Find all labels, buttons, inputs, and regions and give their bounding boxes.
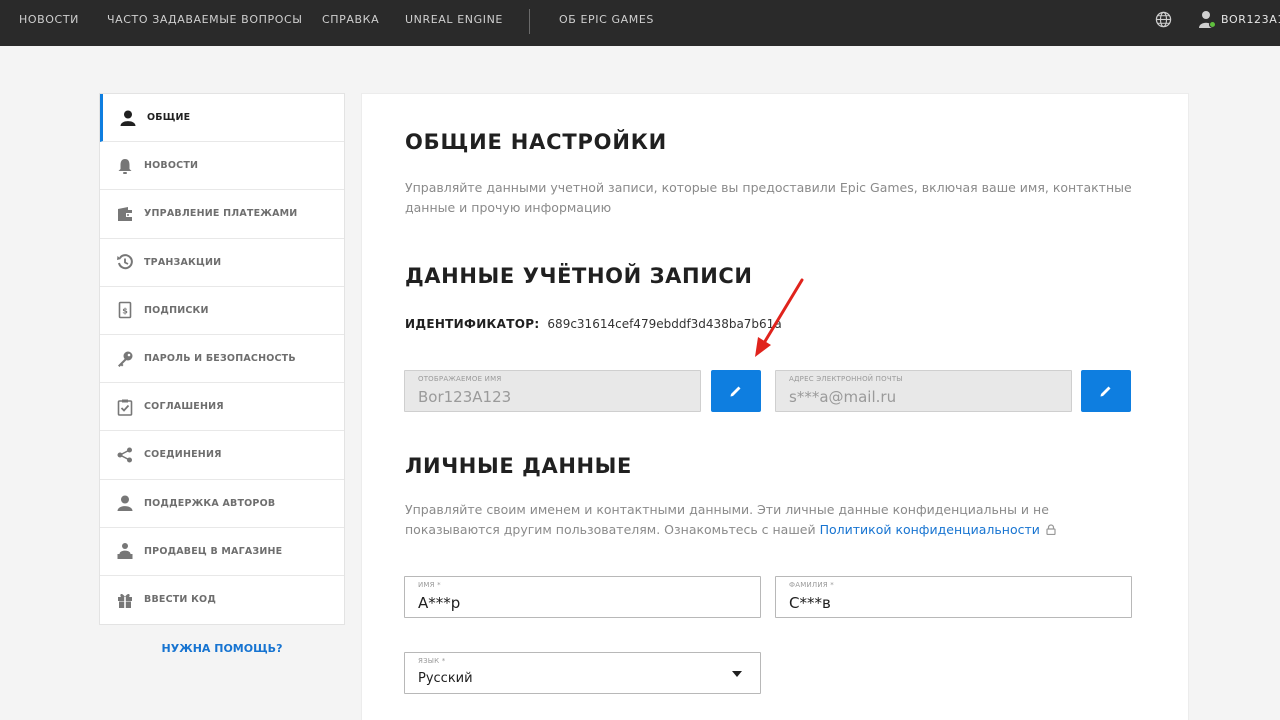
page-title: ОБЩИЕ НАСТРОЙКИ [405, 130, 668, 154]
top-nav: НОВОСТИ ЧАСТО ЗАДАВАЕМЫЕ ВОПРОСЫ СПРАВКА… [0, 0, 1280, 46]
username[interactable]: BOR123A1 [1221, 0, 1280, 40]
account-section-title: ДАННЫЕ УЧЁТНОЙ ЗАПИСИ [405, 264, 753, 288]
sidebar-item-payments[interactable]: УПРАВЛЕНИЕ ПЛАТЕЖАМИ [100, 190, 344, 239]
sidebar-item-label: ПРОДАВЕЦ В МАГАЗИНЕ [144, 545, 283, 557]
sidebar-item-label: ВВЕСТИ КОД [144, 594, 216, 606]
sidebar-item-transactions[interactable]: ТРАНЗАКЦИИ [100, 239, 344, 287]
nav-help[interactable]: СПРАВКА [322, 0, 379, 46]
sidebar-item-general[interactable]: ОБЩИЕ [100, 94, 344, 143]
caret-down-icon [732, 671, 742, 677]
settings-panel: ОБЩИЕ НАСТРОЙКИ Управляйте данными учетн… [361, 93, 1189, 720]
nav-divider [529, 9, 530, 34]
history-icon [116, 253, 134, 271]
nav-about-epic[interactable]: ОБ EPIC GAMES [559, 0, 654, 46]
sidebar-item-label: ПОДДЕРЖКА АВТОРОВ [144, 497, 276, 509]
display-name-value: Bor123A123 [418, 388, 512, 406]
personal-section-title: ЛИЧНЫЕ ДАННЫЕ [405, 454, 632, 478]
sidebar-item-store-seller[interactable]: ПРОДАВЕЦ В МАГАЗИНЕ [100, 528, 344, 576]
sidebar-item-label: СОЕДИНЕНИЯ [144, 449, 222, 461]
settings-sidebar: ОБЩИЕ НОВОСТИ УПРАВЛЕНИЕ ПЛАТЕЖАМИ ТРАНЗ… [99, 93, 345, 626]
account-id-label: ИДЕНТИФИКАТОР: [405, 317, 540, 331]
edit-email-button[interactable] [1081, 370, 1131, 412]
language-value: Русский [418, 671, 473, 686]
bell-icon [116, 157, 134, 175]
sidebar-item-label: ОБЩИЕ [147, 112, 191, 124]
edit-display-name-button[interactable] [711, 370, 761, 412]
sidebar-item-password-security[interactable]: ПАРОЛЬ И БЕЗОПАСНОСТЬ [100, 335, 344, 384]
svg-text:$: $ [122, 307, 128, 316]
pencil-icon [1100, 386, 1111, 397]
sidebar-item-label: НОВОСТИ [144, 160, 199, 172]
display-name-field: ОТОБРАЖАЕМОЕ ИМЯ Bor123A123 [404, 370, 701, 412]
sidebar-item-agreements[interactable]: СОГЛАШЕНИЯ [100, 383, 344, 432]
sidebar-item-creator-support[interactable]: ПОДДЕРЖКА АВТОРОВ [100, 480, 344, 528]
sidebar-item-label: СОГЛАШЕНИЯ [144, 401, 224, 413]
sidebar-item-news[interactable]: НОВОСТИ [100, 142, 344, 191]
account-id-row: ИДЕНТИФИКАТОР: 689c31614cef479ebddf3d438b… [405, 317, 782, 331]
sidebar-item-label: УПРАВЛЕНИЕ ПЛАТЕЖАМИ [144, 208, 298, 220]
first-name-label: ИМЯ * [418, 581, 441, 589]
clipboard-check-icon [116, 398, 134, 416]
personal-description: Управляйте своим именем и контактными да… [405, 500, 1135, 539]
online-status-dot [1209, 21, 1216, 28]
share-icon [116, 446, 134, 464]
lock-icon [1046, 523, 1056, 535]
key-icon [116, 350, 134, 368]
page-description: Управляйте данными учетной записи, котор… [405, 180, 1132, 215]
last-name-input[interactable]: ФАМИЛИЯ * С***в [775, 576, 1132, 618]
last-name-label: ФАМИЛИЯ * [789, 581, 834, 589]
display-name-label: ОТОБРАЖАЕМОЕ ИМЯ [418, 375, 502, 383]
annotation-arrow-icon [755, 278, 804, 357]
wallet-icon [116, 205, 134, 223]
privacy-policy-link[interactable]: Политикой конфиденциальности [820, 522, 1040, 537]
nav-news[interactable]: НОВОСТИ [19, 0, 79, 46]
seller-icon [116, 542, 134, 560]
language-select[interactable]: ЯЗЫК * Русский [404, 652, 761, 694]
sidebar-item-subscriptions[interactable]: $ ПОДПИСКИ [100, 287, 344, 335]
email-field: АДРЕС ЭЛЕКТРОННОЙ ПОЧТЫ s***a@mail.ru [775, 370, 1072, 412]
sidebar-item-label: ПАРОЛЬ И БЕЗОПАСНОСТЬ [144, 353, 296, 365]
sidebar-item-redeem-code[interactable]: ВВЕСТИ КОД [100, 576, 344, 624]
language-label: ЯЗЫК * [418, 657, 446, 665]
creator-icon [116, 494, 134, 512]
email-label: АДРЕС ЭЛЕКТРОННОЙ ПОЧТЫ [789, 375, 903, 383]
subscription-icon: $ [116, 301, 134, 319]
first-name-value: А***р [418, 594, 461, 612]
sidebar-item-connections[interactable]: СОЕДИНЕНИЯ [100, 431, 344, 480]
user-icon [119, 109, 137, 127]
last-name-value: С***в [789, 594, 831, 612]
gift-icon [116, 591, 134, 609]
pencil-icon [730, 386, 741, 397]
nav-faq[interactable]: ЧАСТО ЗАДАВАЕМЫЕ ВОПРОСЫ [107, 0, 303, 46]
sidebar-item-label: ТРАНЗАКЦИИ [144, 256, 222, 268]
globe-icon[interactable] [1155, 11, 1172, 28]
need-help-link[interactable]: НУЖНА ПОМОЩЬ? [99, 642, 345, 655]
first-name-input[interactable]: ИМЯ * А***р [404, 576, 761, 618]
sidebar-item-label: ПОДПИСКИ [144, 304, 209, 316]
email-value: s***a@mail.ru [789, 388, 897, 406]
nav-unreal-engine[interactable]: UNREAL ENGINE [405, 0, 503, 46]
